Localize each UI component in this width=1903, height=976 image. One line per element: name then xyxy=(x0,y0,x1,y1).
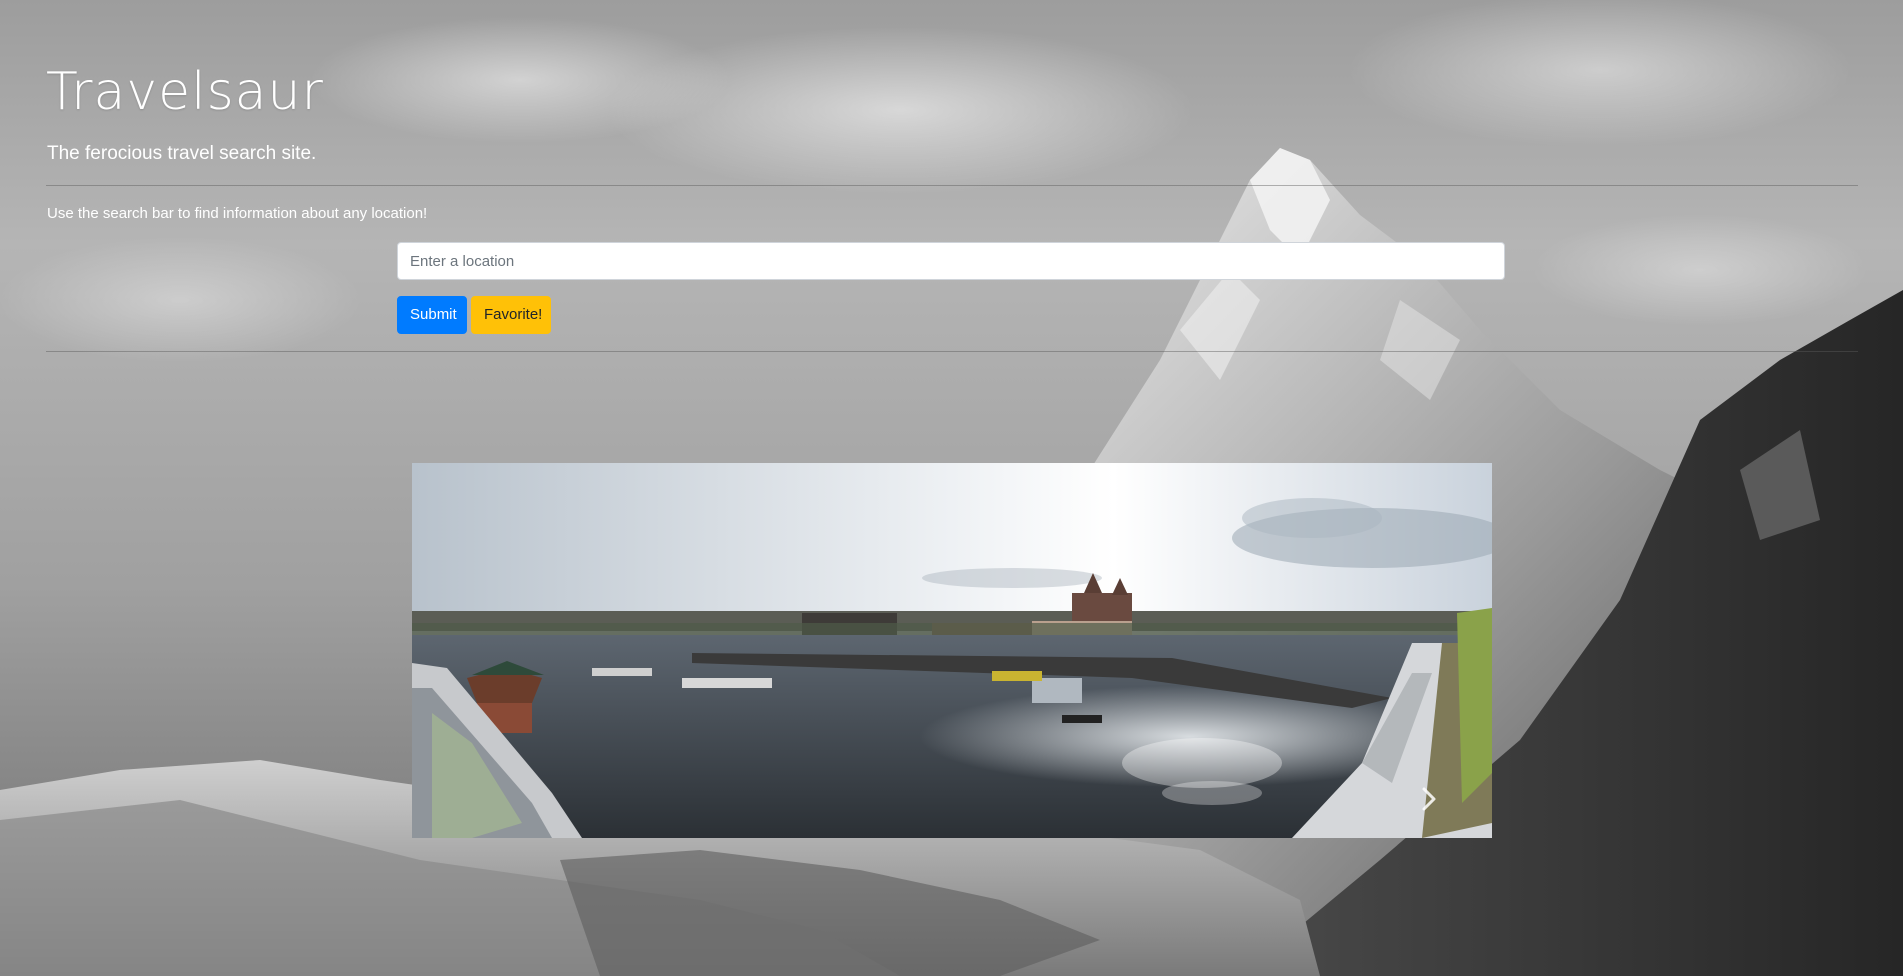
search-instructions: Use the search bar to find information a… xyxy=(47,205,428,222)
chevron-right-icon[interactable] xyxy=(1414,785,1442,813)
location-search-input[interactable] xyxy=(397,242,1505,280)
submit-button[interactable]: Submit xyxy=(397,296,467,334)
city-panorama-image xyxy=(412,463,1492,838)
favorite-button[interactable]: Favorite! xyxy=(471,296,551,334)
site-subtitle: The ferocious travel search site. xyxy=(47,143,317,164)
divider xyxy=(46,185,1858,186)
divider xyxy=(46,351,1858,352)
image-carousel xyxy=(412,463,1492,838)
site-title: Travelsaur xyxy=(46,62,324,122)
